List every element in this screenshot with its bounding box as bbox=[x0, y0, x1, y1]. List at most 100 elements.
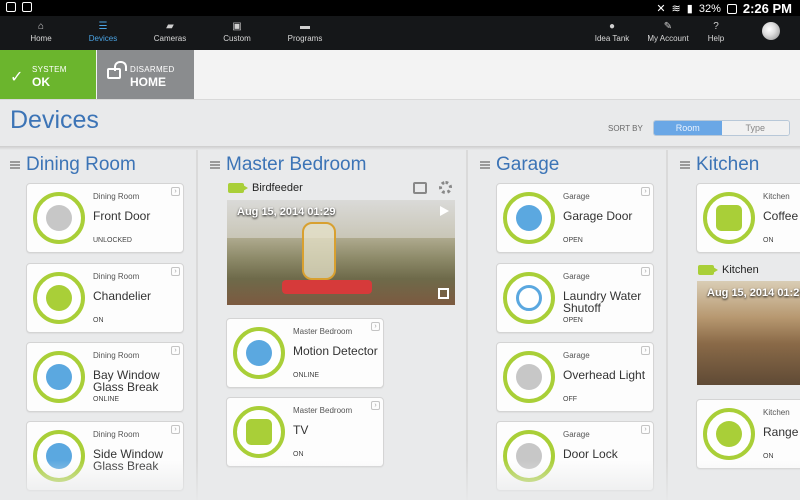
camera-label: Birdfeeder bbox=[228, 182, 303, 194]
chevron-right-icon[interactable]: › bbox=[171, 267, 180, 276]
video-camera-icon bbox=[228, 183, 248, 193]
wifi-icon: ≋ bbox=[671, 3, 681, 15]
arm-mode-button[interactable]: DISARMED HOME bbox=[97, 50, 194, 99]
device-card[interactable]: Master Bedroom TV ON › bbox=[226, 397, 384, 467]
feeder-jar bbox=[302, 222, 336, 280]
gear-icon[interactable] bbox=[439, 181, 452, 194]
snapshot-icon[interactable] bbox=[413, 181, 427, 194]
camera-feed-birdfeeder[interactable]: Aug 15, 2014 01:29 bbox=[227, 200, 455, 305]
chevron-right-icon[interactable]: › bbox=[641, 267, 650, 276]
nav-programs[interactable]: ▬ Programs bbox=[277, 16, 333, 50]
nav-help[interactable]: ? Help bbox=[688, 16, 744, 50]
drag-handle-icon[interactable] bbox=[210, 161, 220, 169]
device-name: Overhead Light bbox=[563, 368, 646, 382]
device-name: TV bbox=[293, 423, 309, 437]
nav-label: Cameras bbox=[153, 34, 187, 43]
system-status-button[interactable]: ✓ SYSTEM OK bbox=[0, 50, 96, 99]
nav-label: My Account bbox=[647, 34, 689, 43]
chevron-right-icon[interactable]: › bbox=[171, 187, 180, 196]
page-title: Devices bbox=[10, 106, 99, 134]
column-header: Kitchen bbox=[680, 154, 759, 176]
chevron-right-icon[interactable]: › bbox=[641, 187, 650, 196]
room-column-garage: Garage Garage Garage Door OPEN › Garage … bbox=[480, 152, 660, 500]
device-room: Garage bbox=[563, 192, 590, 201]
nav-label: Programs bbox=[287, 34, 323, 43]
drag-handle-icon[interactable] bbox=[680, 161, 690, 169]
chevron-right-icon[interactable]: › bbox=[171, 425, 180, 434]
room-column-master-bedroom: Master Bedroom Birdfeeder Aug 15, 2014 0… bbox=[210, 152, 460, 500]
device-status: ON bbox=[93, 317, 104, 324]
device-card[interactable]: Dining Room Side Window Glass Break › bbox=[26, 421, 184, 491]
header-divider bbox=[0, 146, 800, 150]
device-card[interactable]: Dining Room Chandelier ON › bbox=[26, 263, 184, 333]
sort-type-button[interactable]: Type bbox=[721, 121, 789, 135]
device-name: Front Door bbox=[93, 209, 151, 223]
device-status: ONLINE bbox=[293, 372, 320, 379]
column-divider bbox=[466, 150, 468, 500]
camera-label: Kitchen bbox=[698, 264, 759, 276]
room-column-dining-room: Dining Room Dining Room Front Door UNLOC… bbox=[10, 152, 190, 500]
device-card[interactable]: Dining Room Front Door UNLOCKED › bbox=[26, 183, 184, 253]
device-status: ON bbox=[763, 453, 774, 460]
nav-label: Custom bbox=[223, 34, 251, 43]
signal-icon: ▮ bbox=[686, 3, 693, 15]
nav-devices[interactable]: ☰ Devices bbox=[75, 16, 131, 50]
nav-custom[interactable]: ▣ Custom bbox=[209, 16, 265, 50]
nav-idea-tank[interactable]: ● Idea Tank bbox=[584, 16, 640, 50]
camera-feed-kitchen[interactable]: Aug 15, 2014 01:29 bbox=[697, 281, 800, 385]
att-logo bbox=[762, 22, 780, 40]
drag-handle-icon[interactable] bbox=[10, 161, 20, 169]
home-icon: ⌂ bbox=[37, 21, 45, 32]
fullscreen-icon[interactable] bbox=[438, 288, 449, 299]
device-name: Motion Detector bbox=[293, 344, 378, 358]
play-icon[interactable] bbox=[440, 206, 449, 216]
device-status: ONLINE bbox=[93, 396, 120, 403]
chevron-right-icon[interactable]: › bbox=[371, 401, 380, 410]
lightbulb-icon bbox=[33, 272, 85, 324]
chevron-right-icon[interactable]: › bbox=[371, 322, 380, 331]
nav-cameras[interactable]: ▰ Cameras bbox=[142, 16, 198, 50]
nav-home[interactable]: ⌂ Home bbox=[13, 16, 69, 50]
lock-icon bbox=[33, 192, 85, 244]
device-card[interactable]: Garage Overhead Light OFF › bbox=[496, 342, 654, 412]
device-name: Laundry Water Shutoff bbox=[563, 289, 642, 315]
sim-icon bbox=[22, 2, 32, 12]
motion-icon bbox=[233, 327, 285, 379]
chevron-right-icon[interactable]: › bbox=[641, 425, 650, 434]
chevron-right-icon[interactable]: › bbox=[641, 346, 650, 355]
programs-icon: ▬ bbox=[300, 21, 310, 32]
device-room: Master Bedroom bbox=[293, 327, 353, 336]
help-icon: ? bbox=[713, 21, 719, 32]
unlock-icon bbox=[107, 61, 127, 79]
device-name: Garage Door bbox=[563, 209, 633, 223]
device-room: Kitchen bbox=[763, 192, 790, 201]
sort-toggle: Room Type bbox=[653, 120, 790, 136]
system-status-value: OK bbox=[32, 75, 50, 89]
battery-percent: 32% bbox=[698, 2, 721, 15]
device-card[interactable]: Garage Laundry Water Shutoff OPEN › bbox=[496, 263, 654, 333]
outlet-icon bbox=[233, 406, 285, 458]
device-card[interactable]: Dining Room Bay Window Glass Break ONLIN… bbox=[26, 342, 184, 412]
sort-by-label: SORT BY bbox=[608, 124, 643, 133]
lightbulb-icon bbox=[703, 408, 755, 460]
clock: 2:26 PM bbox=[742, 1, 792, 16]
device-card[interactable]: Master Bedroom Motion Detector ONLINE › bbox=[226, 318, 384, 388]
device-card[interactable]: Kitchen Coffee ON bbox=[696, 183, 800, 253]
device-status: OFF bbox=[563, 396, 577, 403]
nav-label: Home bbox=[30, 34, 52, 43]
device-room: Dining Room bbox=[93, 272, 140, 281]
device-card[interactable]: Garage Garage Door OPEN › bbox=[496, 183, 654, 253]
drag-handle-icon[interactable] bbox=[480, 161, 490, 169]
sort-room-button[interactable]: Room bbox=[654, 121, 722, 135]
device-room: Dining Room bbox=[93, 351, 140, 360]
device-card[interactable]: Kitchen Range T ON bbox=[696, 399, 800, 469]
device-room: Kitchen bbox=[763, 408, 790, 417]
device-card[interactable]: Garage Door Lock › bbox=[496, 421, 654, 491]
device-room: Garage bbox=[563, 430, 590, 439]
device-room: Master Bedroom bbox=[293, 406, 353, 415]
device-status: OPEN bbox=[563, 317, 583, 324]
device-name: Chandelier bbox=[93, 289, 152, 303]
chevron-right-icon[interactable]: › bbox=[171, 346, 180, 355]
device-status: OPEN bbox=[563, 237, 583, 244]
room-title: Kitchen bbox=[696, 154, 760, 175]
